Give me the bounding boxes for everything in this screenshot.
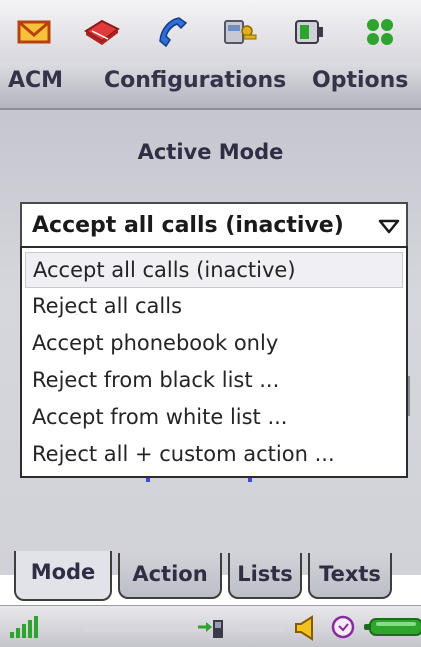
menu-configurations[interactable]: Configurations	[104, 68, 286, 93]
book-icon[interactable]	[82, 14, 122, 50]
tab-mode[interactable]: Mode	[14, 551, 112, 601]
dropdown-option[interactable]: Accept phonebook only	[25, 326, 403, 362]
menu-bar: ACM Configurations Options	[0, 62, 421, 110]
active-mode-dropdown-list: Accept all calls (inactive) Reject all c…	[20, 246, 408, 478]
content-panel: Active Mode Accept all calls (inactive) …	[0, 110, 421, 575]
envelope-icon[interactable]	[14, 14, 54, 50]
menu-options[interactable]: Options	[312, 68, 408, 93]
battery-icon	[364, 616, 421, 642]
tab-texts[interactable]: Texts	[308, 553, 392, 599]
active-mode-select[interactable]: Accept all calls (inactive)	[20, 202, 408, 252]
battery-phone-icon[interactable]	[290, 14, 330, 50]
dropdown-option[interactable]: Reject all + custom action ...	[25, 437, 403, 473]
apps-grid-icon[interactable]	[360, 14, 400, 50]
dropdown-option[interactable]: Reject from black list ...	[25, 363, 403, 399]
phone-screen: ACM Configurations Options Active Mode A…	[0, 0, 421, 647]
chevron-down-icon	[378, 219, 400, 239]
active-mode-title: Active Mode	[137, 140, 284, 164]
dropdown-option[interactable]: Reject all calls	[25, 289, 403, 325]
active-mode-selected-value: Accept all calls (inactive)	[32, 213, 344, 238]
menu-acm[interactable]: ACM	[8, 68, 63, 93]
status-bar	[0, 605, 421, 647]
key-card-icon[interactable]	[220, 14, 260, 50]
dropdown-option[interactable]: Accept all calls (inactive)	[25, 252, 403, 288]
app-icon-bar	[0, 0, 421, 62]
clock-icon	[330, 614, 356, 644]
dropdown-option[interactable]: Accept from white list ...	[25, 400, 403, 436]
status-track	[82, 624, 202, 632]
tab-action[interactable]: Action	[118, 553, 222, 599]
tab-bar: Mode Action Lists Texts	[0, 551, 421, 603]
tab-lists[interactable]: Lists	[228, 553, 302, 599]
status-track	[238, 624, 286, 632]
speaker-icon	[292, 614, 316, 646]
sim-transfer-icon	[196, 615, 226, 645]
signal-strength-icon	[8, 614, 42, 644]
phone-handset-icon[interactable]	[152, 14, 192, 50]
